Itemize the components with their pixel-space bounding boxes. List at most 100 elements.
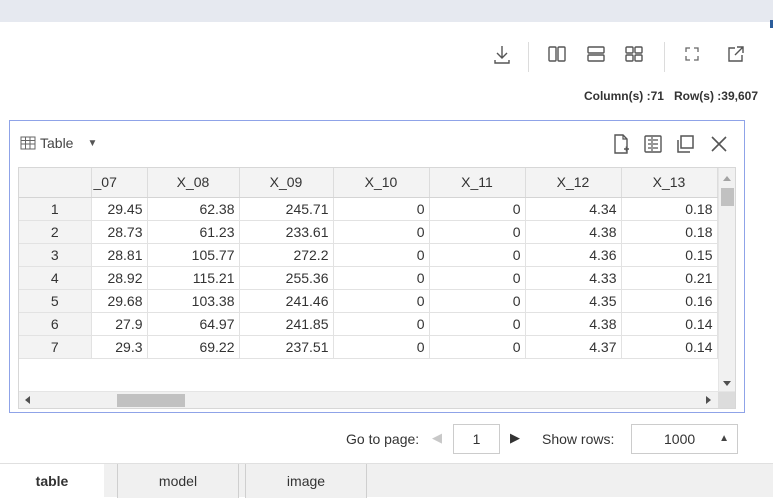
table-cell[interactable]: 0 [429,312,526,336]
column-header[interactable]: X_11 [429,168,526,198]
table-cell[interactable]: 0 [333,220,430,244]
row-number: 2 [19,220,92,244]
new-file-icon[interactable] [610,133,632,155]
grid-layout-icon[interactable] [622,40,646,68]
column-header[interactable]: X_08 [147,168,240,198]
table-cell[interactable]: 29.3 [91,335,148,359]
pagination-bar: Go to page: ◀ 1 ▶ Show rows: 1000 ▲ [0,424,773,456]
prev-page-icon[interactable]: ◀ [432,430,442,446]
table-cell[interactable]: 0 [333,266,430,290]
next-page-icon[interactable]: ▶ [510,430,520,446]
table-cell[interactable]: 0 [429,289,526,313]
download-icon[interactable] [490,40,514,68]
table-cell[interactable]: 0.16 [621,289,718,313]
close-icon[interactable] [708,133,730,155]
table-cell[interactable]: 233.61 [239,220,334,244]
row-count: Row(s) :39,607 [673,89,758,103]
vertical-scroll-thumb[interactable] [721,188,734,206]
panel-header: Table ▼ [10,121,744,163]
table-cell[interactable]: 0 [429,243,526,267]
table-cell[interactable]: 29.68 [91,289,148,313]
tab-image[interactable]: image [245,464,367,498]
scroll-down-icon[interactable] [723,381,731,386]
table-row: 2 28.73 61.23 233.61 0 0 4.38 0.18 [19,220,718,244]
table-cell[interactable]: 245.71 [239,197,334,221]
column-header[interactable]: _07 [91,168,148,198]
table-cell[interactable]: 0.14 [621,335,718,359]
table-cell[interactable]: 61.23 [147,220,240,244]
column-header[interactable]: X_13 [621,168,718,198]
column-header[interactable]: X_12 [525,168,622,198]
vertical-scrollbar[interactable] [718,168,735,392]
table-cell[interactable]: 241.46 [239,289,334,313]
scroll-up-icon[interactable] [723,176,731,181]
column-header[interactable]: X_10 [333,168,430,198]
table-cell[interactable]: 27.9 [91,312,148,336]
open-external-icon[interactable] [724,40,748,68]
table-cell[interactable]: 0 [333,335,430,359]
table-cell[interactable]: 28.81 [91,243,148,267]
horizontal-scroll-thumb[interactable] [117,394,185,407]
table-cell[interactable]: 0 [429,220,526,244]
rows-per-page-select[interactable]: 1000 ▲ [631,424,738,454]
page-number-input[interactable]: 1 [453,424,500,454]
table-cell[interactable]: 4.33 [525,266,622,290]
table-cell[interactable]: 115.21 [147,266,240,290]
table-cell[interactable]: 0 [429,197,526,221]
table-cell[interactable]: 0.21 [621,266,718,290]
rows-per-page-value: 1000 [664,431,696,447]
table-cell[interactable]: 0.14 [621,312,718,336]
column-header[interactable]: X_09 [239,168,334,198]
toolbar-divider [664,42,665,72]
table-cell[interactable]: 241.85 [239,312,334,336]
table-cell[interactable]: 64.97 [147,312,240,336]
table-cell[interactable]: 0.18 [621,197,718,221]
table-cell[interactable]: 4.38 [525,312,622,336]
table-row: 7 29.3 69.22 237.51 0 0 4.37 0.14 [19,335,718,359]
table-cell[interactable]: 4.36 [525,243,622,267]
table-cell[interactable]: 0.15 [621,243,718,267]
tab-model[interactable]: model [117,464,239,498]
duplicate-icon[interactable] [674,133,696,155]
table-row: 6 27.9 64.97 241.85 0 0 4.38 0.14 [19,312,718,336]
columns-layout-icon[interactable] [545,40,569,68]
table-row: 3 28.81 105.77 272.2 0 0 4.36 0.15 [19,243,718,267]
top-bar [0,0,773,28]
rows-layout-icon[interactable] [584,40,608,68]
table-cell[interactable]: 29.45 [91,197,148,221]
table-cell[interactable]: 0 [333,243,430,267]
table-cell[interactable]: 0 [333,289,430,313]
bottom-tab-bar: table model image [0,463,773,498]
form-icon[interactable] [642,133,664,155]
table-cell[interactable]: 237.51 [239,335,334,359]
table-cell[interactable]: 4.34 [525,197,622,221]
table-cell[interactable]: 4.38 [525,220,622,244]
tab-table[interactable]: table [0,464,104,498]
table-cell[interactable]: 272.2 [239,243,334,267]
table-cell[interactable]: 4.35 [525,289,622,313]
table-cell[interactable]: 0.18 [621,220,718,244]
table-cell[interactable]: 0 [429,335,526,359]
table-cell[interactable]: 28.73 [91,220,148,244]
table-cell[interactable]: 0 [333,197,430,221]
scroll-left-icon[interactable] [25,396,30,404]
table-cell[interactable]: 62.38 [147,197,240,221]
table-cell[interactable]: 0 [333,312,430,336]
goto-page-label: Go to page: [346,431,420,447]
table-panel: Table ▼ _07 X_08 X_09 X_10 X_11 X_12 X_1… [9,120,745,413]
data-grid: _07 X_08 X_09 X_10 X_11 X_12 X_13 1 29.4… [18,167,736,409]
table-cell[interactable]: 0 [429,266,526,290]
table-icon [20,136,36,150]
view-type-dropdown[interactable]: Table ▼ [20,135,97,151]
table-cell[interactable]: 4.37 [525,335,622,359]
row-number: 7 [19,335,92,359]
table-cell[interactable]: 69.22 [147,335,240,359]
table-cell[interactable]: 103.38 [147,289,240,313]
table-cell[interactable]: 255.36 [239,266,334,290]
table-cell[interactable]: 28.92 [91,266,148,290]
horizontal-scrollbar[interactable] [19,391,735,408]
fullscreen-icon[interactable] [680,40,704,68]
table-cell[interactable]: 105.77 [147,243,240,267]
chevron-up-icon: ▲ [719,433,729,444]
scroll-right-icon[interactable] [706,396,711,404]
